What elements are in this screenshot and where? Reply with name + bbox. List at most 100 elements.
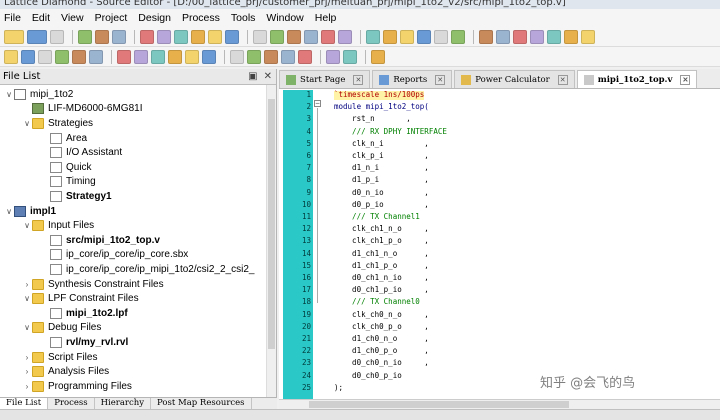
tree-item[interactable]: rvl/my_rvl.rvl: [40, 335, 128, 350]
scrollbar-thumb[interactable]: [309, 401, 569, 408]
tree-item[interactable]: › Analysis Files: [22, 364, 109, 379]
report-icon[interactable]: [343, 49, 357, 64]
new-file-icon[interactable]: [4, 29, 24, 44]
panel-tab-hierarchy[interactable]: Hierarchy: [95, 398, 152, 409]
zoom-in-icon[interactable]: [264, 49, 278, 64]
window-4-icon[interactable]: [564, 29, 578, 44]
menu-edit[interactable]: Edit: [32, 12, 50, 24]
bookmark-next-icon[interactable]: [366, 29, 380, 44]
collapse-arrow-icon[interactable]: ›: [22, 382, 32, 391]
close-panel-icon[interactable]: ✕: [264, 71, 272, 82]
deployment-icon[interactable]: [202, 49, 216, 64]
tree-item[interactable]: src/mipi_1to2_top.v: [40, 233, 160, 248]
open-folder-icon[interactable]: [27, 29, 47, 44]
print-icon[interactable]: [112, 29, 126, 44]
menu-view[interactable]: View: [61, 12, 84, 24]
outdent-icon[interactable]: [417, 29, 431, 44]
window-3-icon[interactable]: [547, 29, 561, 44]
programmer-icon[interactable]: [185, 49, 199, 64]
menu-window[interactable]: Window: [266, 12, 303, 24]
file-tree-scrollbar[interactable]: [266, 85, 276, 397]
close-tab-icon[interactable]: ✕: [680, 74, 691, 85]
editor-tab[interactable]: Reports ✕: [372, 70, 453, 88]
menu-file[interactable]: File: [4, 12, 21, 24]
window-2-icon[interactable]: [530, 29, 544, 44]
tree-item[interactable]: Area: [40, 131, 87, 146]
indent-icon[interactable]: [400, 29, 414, 44]
spreadsheet-icon[interactable]: [4, 49, 18, 64]
collapse-arrow-icon[interactable]: ›: [22, 367, 32, 376]
view-icon[interactable]: [50, 29, 64, 44]
editor-tab[interactable]: Start Page ✕: [279, 70, 371, 88]
physical-view-icon[interactable]: [55, 49, 69, 64]
collapse-arrow-icon[interactable]: ›: [22, 280, 32, 289]
editor-tab[interactable]: Power Calculator ✕: [454, 70, 575, 88]
tree-item[interactable]: ∨ Debug Files: [22, 321, 101, 336]
window-1-icon[interactable]: [513, 29, 527, 44]
tree-item[interactable]: Strategy1: [40, 189, 112, 204]
expand-arrow-icon[interactable]: ∨: [22, 323, 32, 332]
panel-tab-post-map-resources[interactable]: Post Map Resources: [151, 398, 252, 409]
undo-icon[interactable]: [140, 29, 154, 44]
editor-horizontal-scrollbar[interactable]: [279, 399, 720, 409]
fold-toggle-icon[interactable]: −: [314, 100, 321, 107]
tree-item[interactable]: I/O Assistant: [40, 145, 122, 160]
delete-icon[interactable]: [225, 29, 239, 44]
menu-tools[interactable]: Tools: [231, 12, 256, 24]
uncomment-icon[interactable]: [451, 29, 465, 44]
find-replace-icon[interactable]: [304, 29, 318, 44]
cut-icon[interactable]: [174, 29, 188, 44]
panel-tab-file-list[interactable]: File List: [0, 398, 49, 409]
tree-item[interactable]: ∨ LPF Constraint Files: [22, 291, 139, 306]
expand-arrow-icon[interactable]: ∨: [4, 207, 14, 216]
goto-icon[interactable]: [321, 29, 335, 44]
float-panel-icon[interactable]: ▣: [248, 71, 257, 82]
copy-icon[interactable]: [191, 29, 205, 44]
expand-arrow-icon[interactable]: ∨: [22, 221, 32, 230]
save-all-icon[interactable]: [95, 29, 109, 44]
paste-icon[interactable]: [208, 29, 222, 44]
bookmark-prev-icon[interactable]: [383, 29, 397, 44]
find-icon[interactable]: [253, 29, 267, 44]
window-5-icon[interactable]: [581, 29, 595, 44]
tree-item[interactable]: › Synthesis Constraint Files: [22, 277, 164, 292]
save-icon[interactable]: [78, 29, 92, 44]
tree-item[interactable]: › Script Files: [22, 350, 97, 365]
zoom-out-icon[interactable]: [281, 49, 295, 64]
tree-item[interactable]: mipi_1to2.lpf: [40, 306, 128, 321]
tree-item[interactable]: LIF-MD6000-6MG81I: [22, 102, 142, 117]
collapse-arrow-icon[interactable]: ›: [22, 353, 32, 362]
floorplan-icon[interactable]: [38, 49, 52, 64]
debug-icon[interactable]: [168, 49, 182, 64]
stop-icon[interactable]: [247, 49, 261, 64]
hierarchy-icon[interactable]: [326, 49, 340, 64]
expand-arrow-icon[interactable]: ∨: [22, 119, 32, 128]
scrollbar-thumb[interactable]: [268, 99, 275, 349]
bookmark-icon[interactable]: [338, 29, 352, 44]
menu-design[interactable]: Design: [138, 12, 171, 24]
redo-icon[interactable]: [157, 29, 171, 44]
close-tab-icon[interactable]: ✕: [435, 74, 446, 85]
tree-item[interactable]: ip_core/ip_core/ip_mipi_1to2/csi2_2_csi2…: [40, 262, 254, 277]
tree-item[interactable]: ∨ Input Files: [22, 218, 94, 233]
timing-icon[interactable]: [72, 49, 86, 64]
tree-item[interactable]: ∨ Strategies: [22, 116, 93, 131]
close-tab-icon[interactable]: ✕: [557, 74, 568, 85]
find-next-icon[interactable]: [270, 29, 284, 44]
menu-project[interactable]: Project: [95, 12, 128, 24]
editor-tab[interactable]: mipi_1to2_top.v ✕: [576, 70, 698, 88]
expand-arrow-icon[interactable]: ∨: [22, 294, 32, 303]
run-icon[interactable]: [230, 49, 244, 64]
globe-icon[interactable]: [371, 49, 385, 64]
tile-icon[interactable]: [479, 29, 493, 44]
comment-icon[interactable]: [434, 29, 448, 44]
power-icon[interactable]: [89, 49, 103, 64]
tree-item[interactable]: › Programming Files: [22, 379, 132, 394]
tree-item[interactable]: Timing: [40, 175, 96, 190]
clarity-icon[interactable]: [151, 49, 165, 64]
cascade-icon[interactable]: [496, 29, 510, 44]
menu-help[interactable]: Help: [315, 12, 337, 24]
tree-item[interactable]: ∨ impl1: [4, 204, 56, 219]
zoom-fit-icon[interactable]: [298, 49, 312, 64]
expand-arrow-icon[interactable]: ∨: [4, 90, 14, 99]
